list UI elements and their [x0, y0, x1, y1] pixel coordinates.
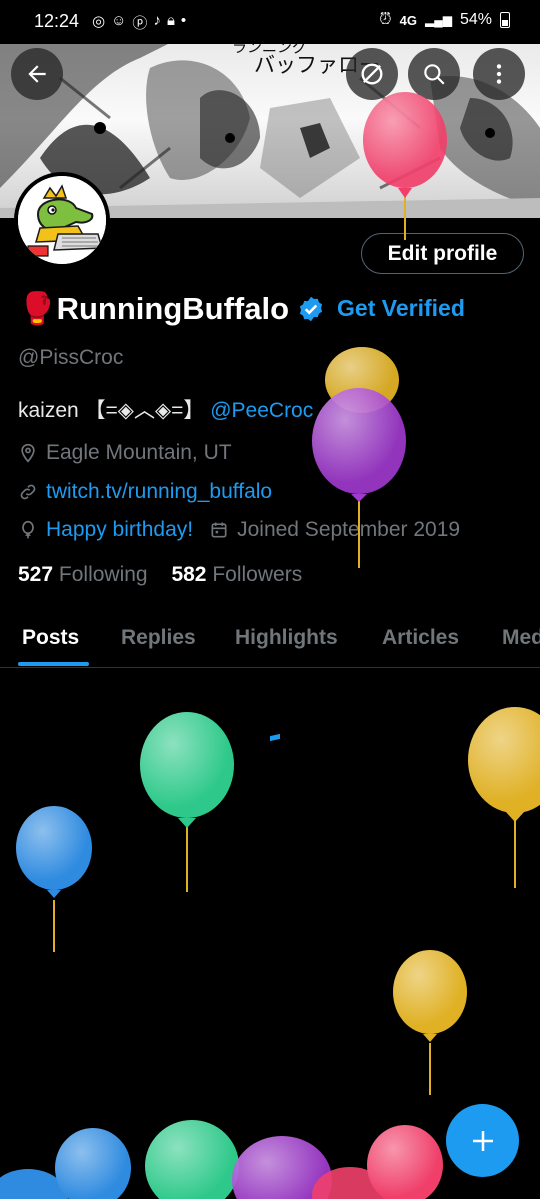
back-button[interactable]	[11, 48, 63, 100]
tab-replies[interactable]: Replies	[121, 626, 196, 650]
verified-badge-icon[interactable]	[297, 295, 325, 323]
get-verified-link[interactable]: Get Verified	[337, 295, 465, 322]
more-vertical-icon	[496, 64, 502, 84]
alarm-icon: ⏰︎	[379, 11, 392, 28]
snapchat-icon: ☺	[111, 12, 127, 29]
tab-highlights[interactable]: Highlights	[235, 626, 338, 650]
followers-label: Followers	[212, 563, 303, 586]
location-text: Eagle Mountain, UT	[46, 441, 232, 464]
profile-tabs: Posts Replies Highlights Articles Media	[0, 606, 540, 668]
balloon-cluster-bottom	[0, 1120, 443, 1199]
arrow-left-icon	[28, 65, 46, 83]
website-link[interactable]: twitch.tv/running_buffalo	[46, 480, 272, 504]
system-icons: ⏰︎ 4G ▂▄▆ 54%	[379, 11, 510, 29]
website-row: twitch.tv/running_buffalo	[18, 480, 272, 504]
battery-icon	[500, 12, 510, 28]
more-button[interactable]	[473, 48, 525, 100]
balloon-green	[140, 712, 234, 892]
search-icon	[424, 64, 445, 85]
plus-icon	[472, 1130, 493, 1151]
bio-text: kaizen 【=◈︿◈=】	[18, 399, 205, 422]
balloon-yellow-lower	[393, 950, 467, 1095]
tab-articles[interactable]: Articles	[382, 626, 459, 650]
avatar-image	[18, 176, 106, 264]
notification-icons: ◎ ☺ ⓟ ♪ 🔒︎ •	[92, 12, 186, 33]
no-sign-icon	[361, 63, 383, 85]
loading-indicator	[270, 733, 280, 742]
battery-label: 54%	[459, 11, 492, 28]
active-tab-indicator	[18, 662, 89, 666]
dot-icon: •	[180, 12, 187, 29]
followers-count: 582	[171, 563, 207, 586]
location-row: Eagle Mountain, UT	[18, 441, 232, 465]
following-link[interactable]: 527 Following	[18, 563, 148, 586]
birthday-link[interactable]: Happy birthday!	[46, 518, 193, 542]
birthday-joined-row: Happy birthday! Joined September 2019	[18, 518, 460, 542]
following-count: 527	[18, 563, 54, 586]
link-icon	[20, 484, 36, 500]
status-time: 12:24	[34, 11, 80, 31]
balloon-icon	[22, 520, 34, 539]
status-bar: 12:24 ◎ ☺ ⓟ ♪ 🔒︎ • ⏰︎ 4G ▂▄▆ 54%	[0, 0, 540, 44]
joined-date: Joined September 2019	[237, 518, 461, 541]
signal-icon: ▂▄▆	[425, 13, 452, 27]
lock-icon: 🔒︎	[166, 12, 175, 29]
follow-stats: 527 Following 582 Followers	[18, 563, 302, 587]
grok-button[interactable]	[346, 48, 398, 100]
location-pin-icon	[21, 443, 35, 463]
balloon-yellow	[325, 347, 399, 413]
tab-posts[interactable]: Posts	[22, 626, 79, 650]
following-label: Following	[58, 563, 148, 586]
balloon-blue	[16, 806, 92, 952]
edit-profile-button[interactable]: Edit profile	[361, 233, 524, 274]
display-name: 🥊RunningBuffalo	[18, 291, 290, 326]
profile-name-row: 🥊RunningBuffalo Get Verified	[18, 290, 465, 327]
followers-link[interactable]: 582 Followers	[171, 563, 302, 586]
croc-avatar-art	[18, 176, 106, 264]
calendar-icon	[211, 522, 227, 538]
balloon-yellow-right	[468, 707, 540, 888]
network-label: 4G	[399, 12, 417, 28]
profile-bio: kaizen 【=◈︿◈=】 @PeeCroc	[18, 394, 313, 424]
search-button[interactable]	[408, 48, 460, 100]
instagram-icon: ◎	[92, 13, 106, 30]
avatar[interactable]	[14, 172, 110, 268]
bio-mention-link[interactable]: @PeeCroc	[210, 399, 313, 422]
pinterest-icon: ⓟ	[132, 15, 148, 32]
tiktok-icon: ♪	[153, 12, 161, 29]
compose-button[interactable]	[446, 1104, 519, 1177]
tab-media[interactable]: Media	[502, 626, 540, 650]
profile-handle: @PissCroc	[18, 346, 124, 369]
